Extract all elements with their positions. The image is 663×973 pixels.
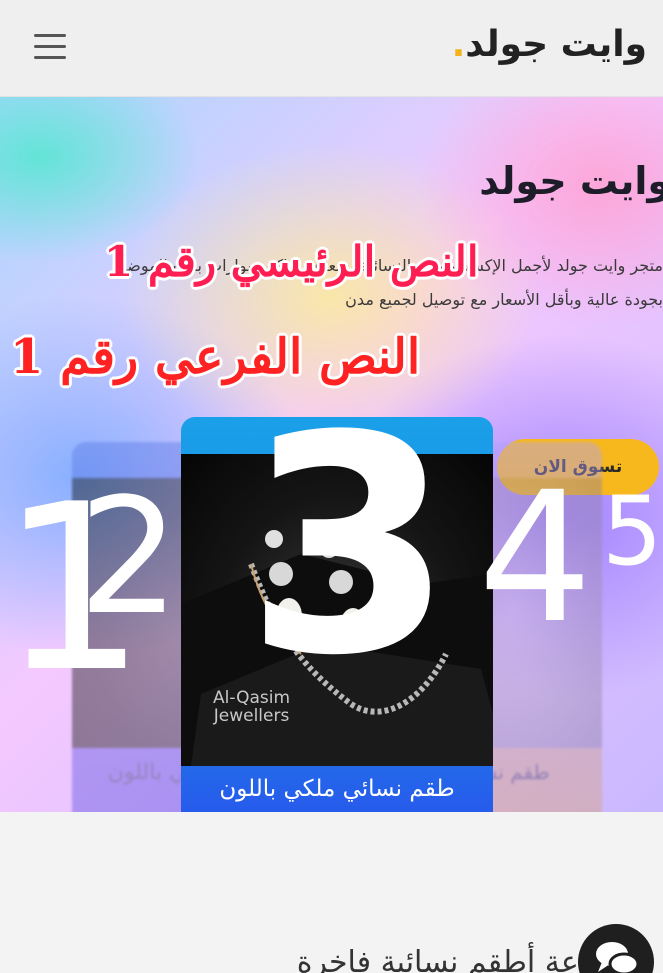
chat-bubbles-icon[interactable]: [578, 924, 654, 973]
brand-name: وايت جولد: [465, 24, 647, 65]
hero-title: وايت جولد: [479, 159, 663, 203]
card-title: طقم نسائي ملكي باللون الفضي: [219, 776, 455, 802]
slide-number-5: 5: [602, 477, 663, 587]
brand-logo[interactable]: وايت جولد.: [452, 24, 647, 65]
slide-number-4: 4: [478, 454, 593, 663]
site-header: وايت جولد.: [0, 0, 663, 97]
hero-description-line-2: بجودة عالية وبأقل الأسعار مع توصيل لجميع…: [345, 290, 663, 309]
slide-number-2: 2: [78, 463, 180, 650]
overlay-main-text: النص الرئيسي رقم 1: [104, 237, 479, 286]
brand-dot: .: [451, 24, 466, 65]
slide-number-3: 3: [245, 372, 454, 721]
hamburger-menu-icon[interactable]: [34, 34, 66, 60]
hero-section: وايت جولد متجر وايت جولد لأجمل الإكسسوار…: [0, 97, 663, 812]
